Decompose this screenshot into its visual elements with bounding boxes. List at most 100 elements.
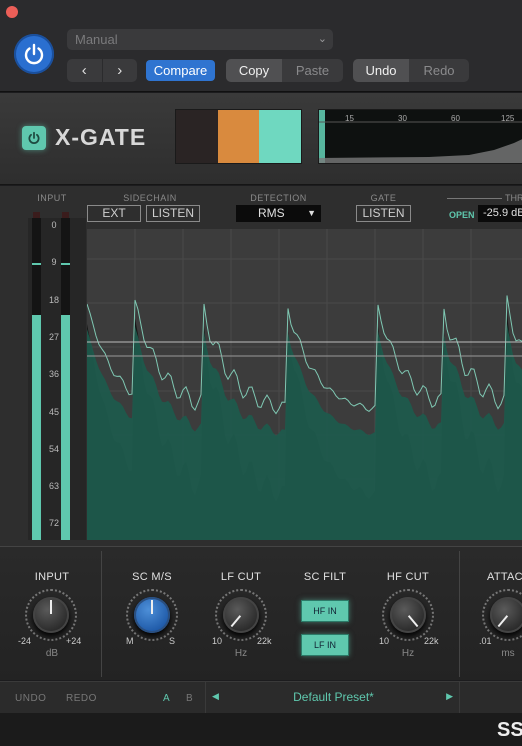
waveform-plot [87,229,522,540]
undo-redo-group: Undo Redo [353,59,469,82]
preset-name[interactable]: Default Preset* [206,690,461,704]
lf-cut-label: LF CUT [220,571,262,583]
knob-pointer [497,615,509,628]
sidechain-listen-button[interactable]: LISTEN [146,205,200,222]
previous-preset-button[interactable]: ‹ [67,59,103,82]
detection-mode-value: RMS [258,206,285,220]
detection-label: DETECTION [250,193,307,203]
meter-scale-label: 54 [48,443,59,454]
hf-in-button[interactable]: HF IN [301,600,349,622]
host-bypass-power-button[interactable] [14,34,54,74]
ab-slot-a-button[interactable]: A [163,693,170,704]
lf-cut-min-label: 10 [212,636,223,646]
hf-cut-max-label: 22k [424,636,439,646]
attack-unit-label: ms [501,648,515,659]
input-gain-knob[interactable] [33,597,69,633]
hf-cut-unit-label: Hz [401,648,415,659]
plugin-enable-button[interactable] [22,126,46,150]
hf-cut-min-label: 10 [379,636,390,646]
chevron-down-icon: ⌄ [317,33,327,45]
gate-waveform-display [87,229,522,540]
frequency-display: 15 30 60 125 [318,109,522,164]
copy-paste-group: Copy Paste [226,59,343,82]
attack-label: ATTAC [487,571,522,583]
power-icon [24,43,44,65]
plugin-header: X-GATE 15 30 60 125 [0,93,522,185]
host-preset-value: Manual [75,32,118,47]
sidechain-ext-button[interactable]: EXT [87,205,141,222]
gate-state-indicator [175,109,302,164]
meter-scale-label: 36 [48,369,59,380]
knob-pointer [50,600,52,614]
sc-filter-label: SC FILT [303,571,347,583]
frequency-curve [319,121,522,163]
meter-fill-left [32,315,41,540]
sc-ms-max-label: S [169,636,176,646]
meter-peak-left [32,263,41,265]
threshold-value-field[interactable]: -25.9 dB [478,205,522,222]
close-window-button[interactable] [6,6,18,18]
input-meter-label: INPUT [37,193,67,203]
power-icon [28,131,40,144]
input-max-label: +24 [66,636,82,646]
meter-scale-label: 0 [51,220,57,230]
gate-label: GATE [370,193,397,203]
next-preset-button[interactable]: › [103,59,138,82]
input-meter: 0 9 18 27 36 45 54 63 72 [28,212,86,540]
state-hold-swatch [217,110,260,163]
meter-scale-label: 63 [48,481,59,492]
meter-scale-label: 9 [51,257,57,268]
attack-min-label: .01 [479,636,492,646]
threshold-label: THR [505,193,522,203]
input-gain-label: INPUT [34,571,70,583]
host-redo-button[interactable]: Redo [409,59,469,82]
gate-open-label: OPEN [449,210,475,220]
meter-scale-label: 18 [48,294,59,305]
sc-ms-knob[interactable] [134,597,170,633]
knob-pointer [230,615,242,628]
host-toolbar: Manual ⌄ ‹ › Compare Copy Paste Undo Red… [0,0,522,92]
triangle-down-icon: ▼ [307,208,316,218]
preset-nav-group: ‹ › [67,59,137,82]
ab-slot-b-button[interactable]: B [186,693,193,704]
host-preset-dropdown[interactable]: Manual ⌄ [67,29,333,50]
controls-section: INPUT -24 +24 dB SC M/S M S LF CUT 10 22… [0,546,522,680]
sidechain-label: SIDECHAIN [123,193,177,203]
meter-scale-label: 45 [48,406,59,417]
lf-in-button[interactable]: LF IN [301,634,349,656]
plugin-undo-button[interactable]: UNDO [15,693,46,704]
input-unit-label: dB [45,648,59,659]
preset-browser: ◀ Default Preset* ▶ [205,682,460,714]
main-panel: INPUT SIDECHAIN EXT LISTEN DETECTION RMS… [0,186,522,546]
detection-mode-select[interactable]: RMS ▼ [236,205,321,222]
knob-pointer [151,600,153,614]
input-min-label: -24 [18,636,32,646]
compare-button[interactable]: Compare [146,60,215,81]
lf-cut-knob[interactable] [223,597,259,633]
meter-scale-label: 27 [48,331,59,342]
hf-cut-knob[interactable] [390,597,426,633]
meter-fill-right [61,315,70,540]
plugin-redo-button[interactable]: REDO [66,693,97,704]
sc-ms-label: SC M/S [132,571,172,583]
lf-cut-max-label: 22k [257,636,272,646]
brand-logo: SS [497,719,522,741]
attack-knob[interactable] [490,597,522,633]
meter-channel-left [32,218,41,540]
host-undo-button[interactable]: Undo [353,59,409,82]
divider [459,551,460,677]
hf-cut-label: HF CUT [386,571,430,583]
paste-button[interactable]: Paste [282,59,343,82]
state-closed-swatch [176,110,218,163]
gate-listen-button[interactable]: LISTEN [356,205,411,222]
plugin-footer: UNDO REDO A B ◀ Default Preset* ▶ [0,681,522,714]
next-preset-arrow-icon[interactable]: ▶ [446,691,453,702]
sc-ms-min-label: M [126,636,134,646]
brand-strip: SS [0,713,522,746]
copy-button[interactable]: Copy [226,59,282,82]
plugin-title: X-GATE [55,124,147,150]
meter-scale-label: 72 [48,518,59,529]
lf-cut-unit-label: Hz [234,648,248,659]
threshold-divider [447,198,502,199]
state-open-swatch [259,110,302,163]
